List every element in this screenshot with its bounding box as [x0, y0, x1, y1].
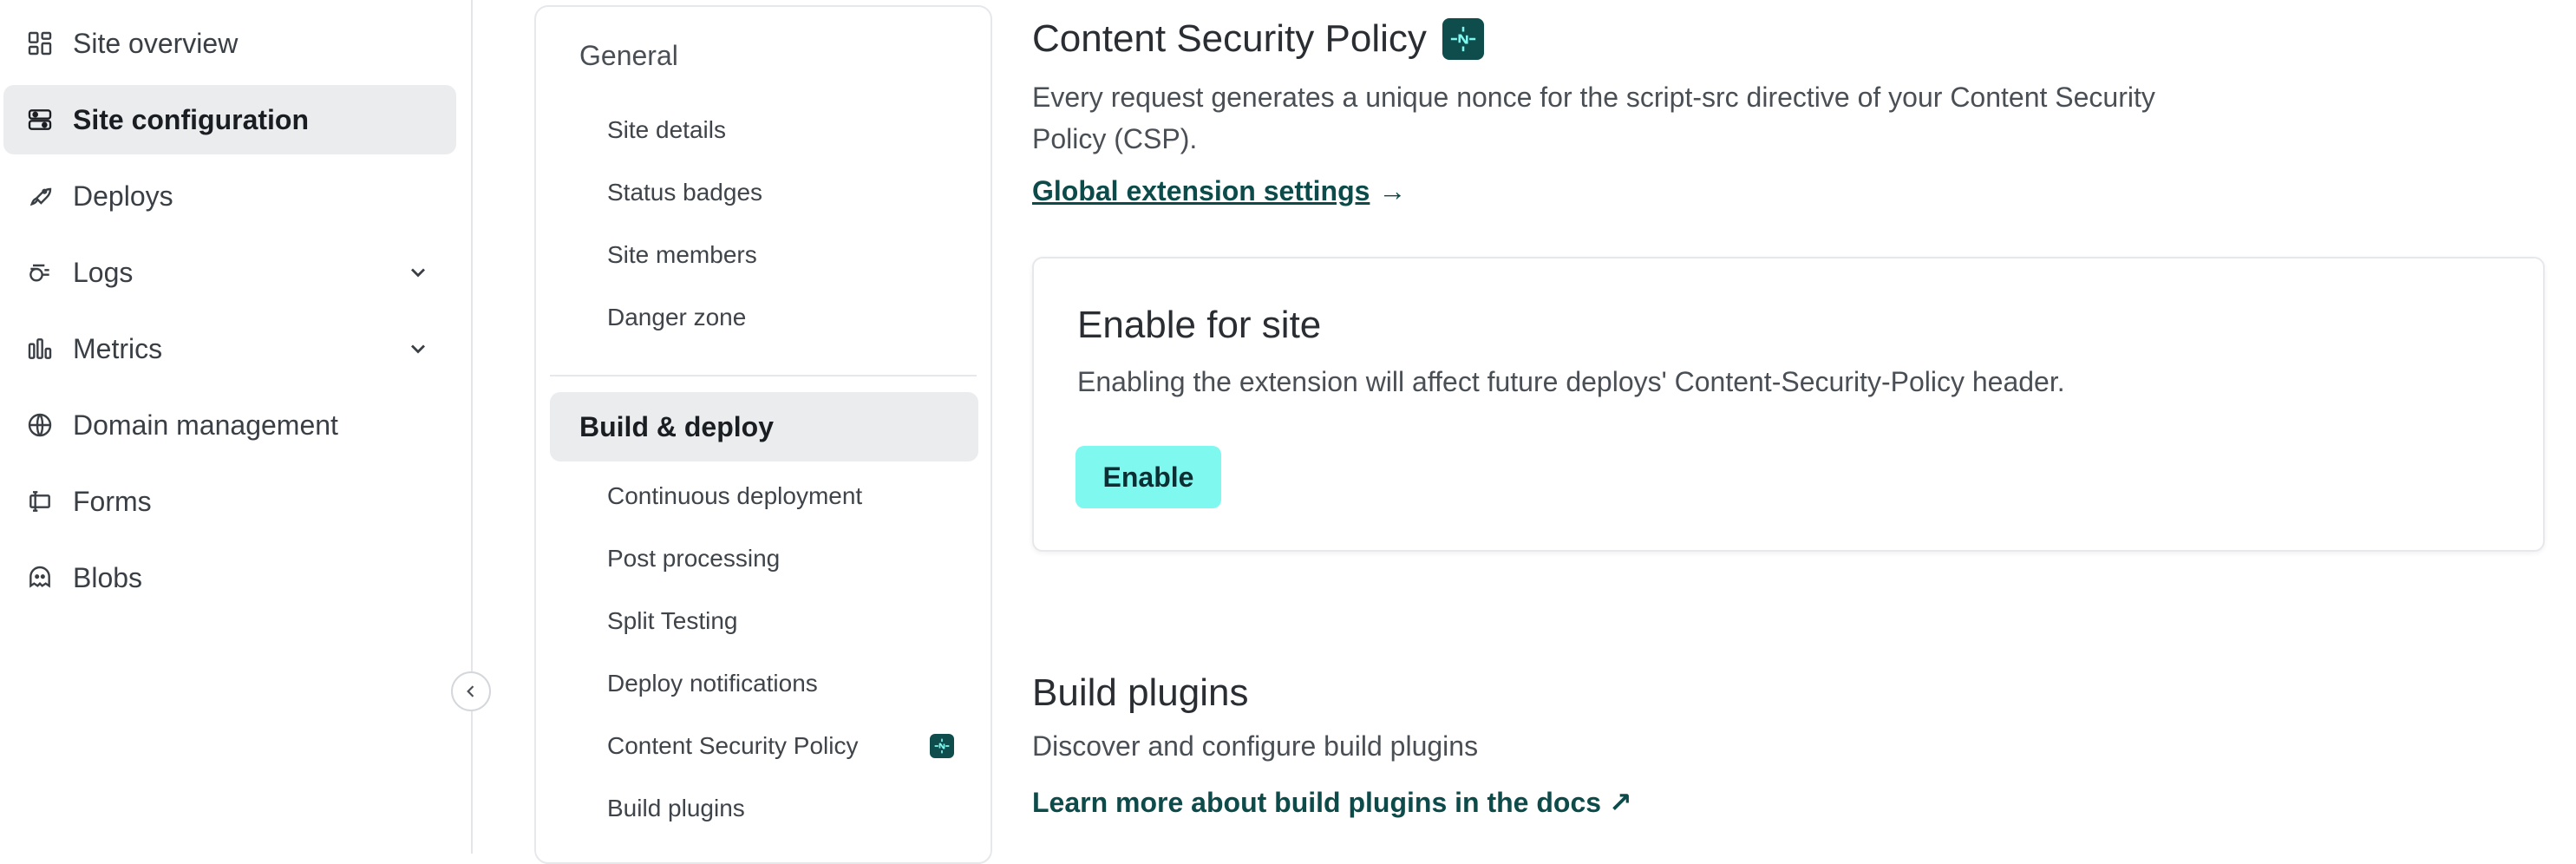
primary-sidebar: Site overview Site configuration Deploys… — [0, 0, 473, 854]
page-title: Content Security Policy — [1032, 17, 1427, 60]
collapse-sidebar-button[interactable] — [451, 671, 491, 711]
settings-item-label: Content Security Policy — [607, 732, 859, 759]
dashboard-icon — [24, 28, 56, 59]
logs-icon — [24, 257, 56, 288]
link-label: Global extension settings — [1032, 175, 1370, 206]
form-icon — [24, 486, 56, 517]
sidebar-item-metrics[interactable]: Metrics — [3, 314, 456, 383]
extension-icon — [1442, 18, 1484, 60]
sidebar-item-site-overview[interactable]: Site overview — [3, 9, 456, 78]
build-plugins-description: Discover and configure build plugins — [1032, 730, 1479, 762]
page-description: Every request generates a unique nonce f… — [1032, 82, 2155, 154]
sidebar-item-site-configuration[interactable]: Site configuration — [3, 85, 456, 154]
settings-item-danger-zone[interactable]: Danger zone — [607, 298, 964, 337]
settings-group-general[interactable]: General — [579, 40, 678, 72]
enable-button[interactable]: Enable — [1076, 446, 1221, 508]
page-title-row: Content Security Policy — [1032, 17, 1484, 61]
main-content: Content Security Policy Every request ge… — [1032, 0, 2550, 854]
settings-item-post-processing[interactable]: Post processing — [607, 540, 964, 578]
sidebar-item-deploys[interactable]: Deploys — [3, 161, 456, 231]
arrow-right-icon: → — [1378, 175, 1407, 206]
link-label: Learn more about build plugins in the do… — [1032, 787, 1602, 818]
card-title: Enable for site — [1077, 304, 1322, 346]
card-description: Enabling the extension will affect futur… — [1077, 366, 2065, 397]
toggles-icon — [24, 104, 56, 135]
sidebar-item-forms[interactable]: Forms — [3, 467, 456, 536]
globe-icon — [24, 409, 56, 441]
chevron-left-icon — [467, 685, 474, 697]
enable-for-site-card: Enable for site Enabling the extension w… — [1032, 257, 2545, 552]
build-plugins-heading: Build plugins — [1032, 671, 1249, 714]
settings-item-split-testing[interactable]: Split Testing — [607, 602, 964, 640]
settings-item-continuous-deployment[interactable]: Continuous deployment — [607, 477, 964, 515]
settings-nav-divider — [550, 375, 977, 376]
sidebar-item-label: Metrics — [73, 332, 163, 364]
settings-item-deploy-notifications[interactable]: Deploy notifications — [607, 664, 964, 703]
settings-item-site-details[interactable]: Site details — [607, 111, 964, 149]
rocket-icon — [24, 180, 56, 212]
global-extension-settings-link[interactable]: Global extension settings → — [1032, 175, 1406, 207]
sidebar-item-label: Domain management — [73, 409, 338, 441]
chevron-down-icon[interactable] — [406, 337, 430, 361]
sidebar-item-label: Deploys — [73, 180, 173, 212]
build-plugins-docs-link[interactable]: Learn more about build plugins in the do… — [1032, 786, 1632, 819]
sidebar-item-label: Blobs — [73, 561, 143, 593]
settings-item-site-members[interactable]: Site members — [607, 236, 964, 274]
extension-icon — [930, 734, 954, 758]
external-link-icon: ↗ — [1608, 787, 1632, 818]
settings-item-content-security-policy[interactable]: Content Security Policy — [607, 727, 964, 765]
settings-nav: General Site details Status badges Site … — [534, 5, 992, 864]
sidebar-item-label: Site configuration — [73, 103, 309, 135]
sidebar-item-domain-management[interactable]: Domain management — [3, 390, 456, 460]
sidebar-item-label: Logs — [73, 256, 134, 288]
chevron-down-icon[interactable] — [406, 260, 430, 285]
sidebar-item-blobs[interactable]: Blobs — [3, 543, 456, 612]
sidebar-item-label: Forms — [73, 485, 152, 517]
settings-item-status-badges[interactable]: Status badges — [607, 173, 964, 212]
settings-group-build-deploy[interactable]: Build & deploy — [550, 392, 978, 461]
sidebar-item-logs[interactable]: Logs — [3, 238, 456, 307]
blob-icon — [24, 562, 56, 593]
bar-chart-icon — [24, 333, 56, 364]
sidebar-item-label: Site overview — [73, 27, 239, 59]
sidebar-divider — [471, 0, 473, 854]
settings-item-build-plugins[interactable]: Build plugins — [607, 789, 964, 828]
